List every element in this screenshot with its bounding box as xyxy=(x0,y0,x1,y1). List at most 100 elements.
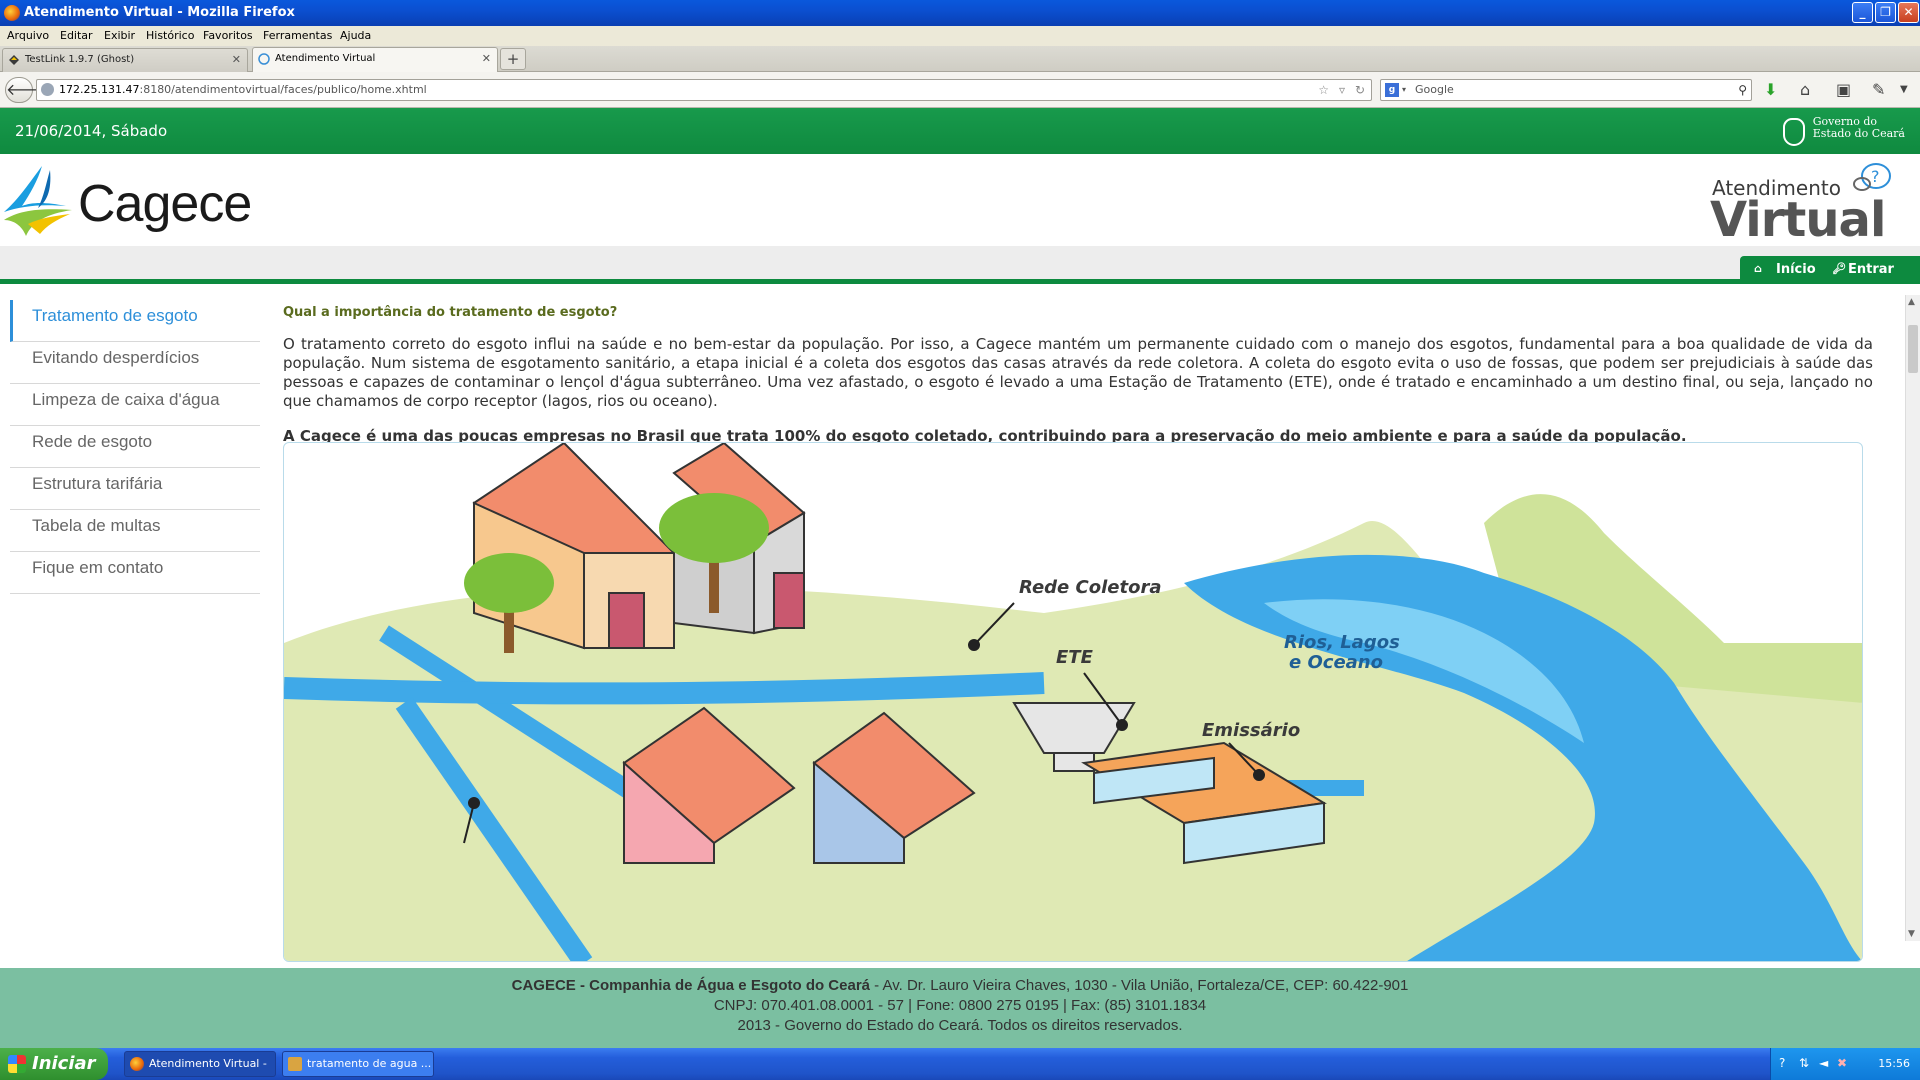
download-icon[interactable]: ⬇ xyxy=(1764,80,1777,99)
sidebar-item-limpeza[interactable]: Limpeza de caixa d'água xyxy=(10,384,260,426)
sewage-illustration: Rede Coletora ETE Rios, Lagos e Oceano E… xyxy=(283,442,1863,962)
content-area: Tratamento de esgoto Evitando desperdíci… xyxy=(10,295,1908,962)
label-rede-coletora: Rede Coletora xyxy=(1019,577,1161,598)
url-host: 172.25.131.47 xyxy=(59,83,140,96)
page-scrollbar[interactable]: ▲ ▼ xyxy=(1905,295,1920,941)
web-page: 21/06/2014, Sábado Governo do Estado do … xyxy=(0,108,1920,1048)
footer-address: - Av. Dr. Lauro Vieira Chaves, 1030 - Vi… xyxy=(870,977,1409,994)
nav-inicio[interactable]: Início xyxy=(1776,262,1816,277)
label-emissario: Emissário xyxy=(1202,720,1300,741)
article: Qual a importância do tratamento de esgo… xyxy=(283,305,1873,445)
maximize-button[interactable]: ❐ xyxy=(1875,2,1896,23)
government-logo[interactable]: Governo do Estado do Ceará xyxy=(1782,116,1905,146)
sidebar-item-tratamento[interactable]: Tratamento de esgoto xyxy=(10,300,260,342)
menu-ferramentas[interactable]: Ferramentas xyxy=(263,29,332,42)
tab-label: Atendimento Virtual xyxy=(275,53,376,64)
sidebar-item-contato[interactable]: Fique em contato xyxy=(10,552,260,594)
page-icon xyxy=(258,53,270,65)
addon-icon[interactable]: ✎ xyxy=(1872,80,1885,99)
scroll-thumb[interactable] xyxy=(1908,325,1918,373)
url-text: 172.25.131.47:8180/atendimentovirtual/fa… xyxy=(59,80,427,100)
current-date: 21/06/2014, Sábado xyxy=(15,122,168,140)
toolbar-menu-icon[interactable]: ▼ xyxy=(1900,84,1908,95)
sidebar-item-multas[interactable]: Tabela de multas xyxy=(10,510,260,552)
menu-editar[interactable]: Editar xyxy=(60,29,93,42)
firefox-icon xyxy=(4,5,20,21)
site-identity-icon[interactable] xyxy=(41,83,54,96)
footer-line3: 2013 - Governo do Estado do Ceará. Todos… xyxy=(737,1017,1183,1034)
image-viewer-icon xyxy=(288,1057,302,1071)
label-ete: ETE xyxy=(1056,647,1094,668)
clock: 15:56 xyxy=(1878,1057,1910,1070)
site-footer: CAGECE - Companhia de Água e Esgoto do C… xyxy=(0,968,1920,1048)
cagece-logo[interactable]: Cagece xyxy=(0,162,260,242)
menu-historico[interactable]: Histórico xyxy=(146,29,194,42)
start-button[interactable]: Iniciar xyxy=(0,1048,108,1080)
article-question: Qual a importância do tratamento de esgo… xyxy=(283,305,618,320)
illustration-drawing: Rede Coletora ETE Rios, Lagos e Oceano E… xyxy=(284,443,1862,961)
home-icon[interactable]: ⌂ xyxy=(1800,80,1810,99)
scroll-down-icon[interactable]: ▼ xyxy=(1908,929,1915,939)
logo-text: Cagece xyxy=(78,175,252,233)
footer-line1: CAGECE - Companhia de Água e Esgoto do C… xyxy=(0,976,1920,996)
tab-label: TestLink 1.9.7 (Ghost) xyxy=(25,54,135,65)
cagece-swoosh-icon xyxy=(4,166,72,236)
search-icon[interactable]: ⚲ xyxy=(1738,80,1747,100)
atendimento-virtual-logo: Atendimento Virtual ? xyxy=(1710,162,1902,248)
menu-exibir[interactable]: Exibir xyxy=(104,29,135,42)
home-nav-icon: ⌂ xyxy=(1754,262,1762,275)
network-icon[interactable]: ⇅ xyxy=(1799,1056,1809,1070)
menu-favoritos[interactable]: Favoritos xyxy=(203,29,253,42)
security-alert-icon[interactable]: ✖ xyxy=(1837,1056,1847,1070)
key-icon: 🔑︎ xyxy=(1832,262,1846,275)
start-label: Iniciar xyxy=(32,1053,96,1074)
history-dropdown-icon[interactable]: ▿ xyxy=(1339,80,1345,100)
menu-ajuda[interactable]: Ajuda xyxy=(340,29,371,42)
taskbar-firefox-window[interactable]: Atendimento Virtual - ... xyxy=(124,1051,276,1077)
label-rios-2: e Oceano xyxy=(1289,652,1383,673)
sidebar-item-desperdicios[interactable]: Evitando desperdícios xyxy=(10,342,260,384)
engine-dropdown-icon[interactable]: ▾ xyxy=(1402,80,1406,100)
question-bubble-icon: ? xyxy=(1853,163,1891,191)
tab-testlink[interactable]: TestLink 1.9.7 (Ghost) ✕ xyxy=(2,48,248,72)
google-icon[interactable]: g xyxy=(1385,83,1399,97)
scroll-up-icon[interactable]: ▲ xyxy=(1908,297,1915,307)
site-header: Cagece Atendimento Virtual ? xyxy=(0,154,1920,248)
taskbar-image-window[interactable]: tratamento de agua ... xyxy=(282,1051,434,1077)
bookmark-star-icon[interactable]: ☆ xyxy=(1318,80,1329,100)
top-green-bar: 21/06/2014, Sábado Governo do Estado do … xyxy=(0,108,1920,154)
menu-arquivo[interactable]: Arquivo xyxy=(7,29,49,42)
brand-line2: Virtual xyxy=(1710,192,1886,248)
new-tab-button[interactable]: + xyxy=(500,48,526,70)
close-button[interactable]: ✕ xyxy=(1898,2,1919,23)
windows-flag-icon xyxy=(8,1055,26,1073)
tab-close-icon[interactable]: ✕ xyxy=(232,49,241,71)
url-bar[interactable]: 172.25.131.47:8180/atendimentovirtual/fa… xyxy=(36,79,1372,101)
article-paragraph: O tratamento correto do esgoto influi na… xyxy=(283,335,1873,410)
screenshot-icon[interactable]: ▣ xyxy=(1836,80,1851,99)
title-bar[interactable]: Atendimento Virtual - Mozilla Firefox _ … xyxy=(0,0,1920,26)
tab-atendimento-virtual[interactable]: Atendimento Virtual ✕ xyxy=(252,47,498,72)
svg-text:?: ? xyxy=(1871,167,1880,186)
footer-line2: CNPJ: 070.401.08.0001 - 57 | Fone: 0800 … xyxy=(713,997,1207,1014)
site-nav-buttons: ⌂ Início 🔑︎ Entrar xyxy=(1740,256,1920,284)
label-rios-1: Rios, Lagos xyxy=(1284,632,1400,653)
volume-icon[interactable]: ◄ xyxy=(1819,1056,1828,1070)
help-icon[interactable]: ? xyxy=(1779,1056,1785,1070)
minimize-button[interactable]: _ xyxy=(1852,2,1873,23)
sidebar-item-tarifaria[interactable]: Estrutura tarifária xyxy=(10,468,260,510)
site-nav-strip: ⌂ Início 🔑︎ Entrar xyxy=(0,246,1920,284)
menu-bar: Arquivo Editar Exibir Histórico Favorito… xyxy=(0,26,1920,46)
nav-entrar[interactable]: Entrar xyxy=(1848,262,1894,277)
taskbar-task-label: Atendimento Virtual - ... xyxy=(149,1057,267,1070)
system-tray: ? ⇅ ◄ ✖ 15:56 xyxy=(1770,1048,1920,1080)
tab-close-icon[interactable]: ✕ xyxy=(482,48,491,70)
testlink-icon xyxy=(9,55,19,65)
sidebar-item-rede[interactable]: Rede de esgoto xyxy=(10,426,260,468)
reload-icon[interactable]: ↻ xyxy=(1355,80,1365,100)
navigation-bar: 🡐 172.25.131.47:8180/atendimentovirtual/… xyxy=(0,72,1920,108)
search-box[interactable]: g ▾ Google ⚲ xyxy=(1380,79,1752,101)
sidebar-menu: Tratamento de esgoto Evitando desperdíci… xyxy=(10,300,260,594)
back-button[interactable]: 🡐 xyxy=(5,77,49,103)
footer-company: CAGECE - Companhia de Água e Esgoto do C… xyxy=(511,977,871,994)
